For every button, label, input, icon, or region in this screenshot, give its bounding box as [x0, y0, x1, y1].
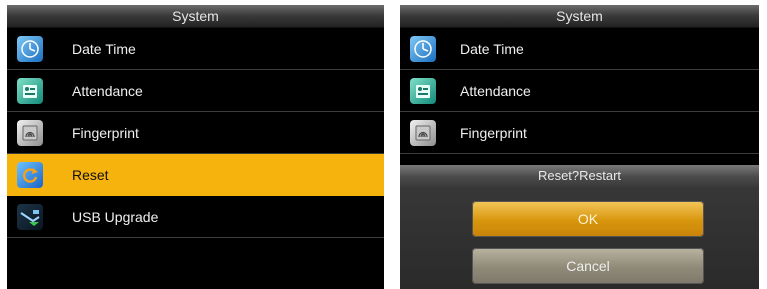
usb-upgrade-icon	[17, 203, 43, 230]
menu-item-label: Fingerprint	[72, 124, 139, 141]
attendance-icon	[17, 77, 43, 104]
clock-icon	[17, 35, 43, 62]
menu-item-label: Reset	[72, 166, 109, 183]
cancel-button[interactable]: Cancel	[472, 248, 704, 284]
reset-icon	[17, 161, 43, 188]
dialog-title: Reset?Restart	[400, 165, 759, 187]
menu-item-date-time[interactable]: Date Time	[400, 28, 759, 70]
attendance-icon	[410, 77, 436, 104]
screen-title: System	[7, 5, 384, 28]
clock-icon	[410, 35, 436, 62]
menu-item-label: Date Time	[72, 40, 136, 57]
menu-item-attendance[interactable]: Attendance	[7, 70, 384, 112]
menu-item-fingerprint[interactable]: Fingerprint	[400, 112, 759, 154]
menu-item-label: Fingerprint	[460, 124, 527, 141]
menu-item-attendance[interactable]: Attendance	[400, 70, 759, 112]
reset-confirm-screen: System Date Time Attendance Fingerprint …	[400, 5, 759, 289]
menu-item-fingerprint[interactable]: Fingerprint	[7, 112, 384, 154]
menu-item-label: USB Upgrade	[72, 208, 159, 225]
menu-item-label: Date Time	[460, 40, 524, 57]
menu-item-label: Attendance	[72, 82, 143, 99]
menu-item-reset[interactable]: Reset	[7, 154, 384, 196]
screen-title: System	[400, 5, 759, 28]
ok-button[interactable]: OK	[472, 201, 704, 237]
fingerprint-icon	[410, 119, 436, 146]
menu-item-label: Attendance	[460, 82, 531, 99]
fingerprint-icon	[17, 119, 43, 146]
reset-confirm-dialog: Reset?Restart OK Cancel	[400, 165, 759, 289]
system-menu-screen: System Date Time Attendance Fingerprint …	[7, 5, 384, 289]
menu-item-date-time[interactable]: Date Time	[7, 28, 384, 70]
menu-item-usb-upgrade[interactable]: USB Upgrade	[7, 196, 384, 238]
